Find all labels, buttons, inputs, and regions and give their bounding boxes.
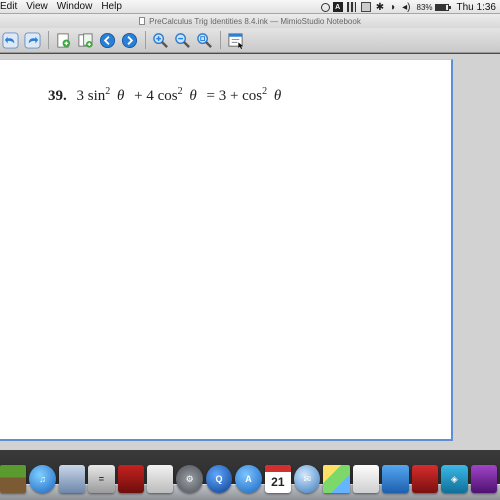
menu-help[interactable]: Help	[101, 0, 131, 14]
app-icon[interactable]	[470, 465, 497, 493]
equation-rhs: = 3 + cos	[206, 88, 263, 104]
dock: ♫ = ⚙ Q A 21 ✉ ◈	[0, 450, 500, 500]
stickies-icon[interactable]	[323, 465, 350, 493]
minecraft-icon[interactable]	[0, 465, 27, 493]
status-area: A ✱ ◗ ◂) 83% Thu 1:36	[320, 0, 500, 14]
toolbar	[0, 28, 500, 53]
photo-booth-icon[interactable]	[147, 465, 174, 493]
document-proxy-icon[interactable]	[139, 17, 146, 25]
theta-symbol: θ	[117, 88, 125, 104]
zoom-out-icon	[174, 32, 190, 48]
bluetooth-icon[interactable]: ✱	[376, 0, 384, 14]
battery-percent[interactable]: 83%	[417, 3, 433, 12]
add-page-icon	[56, 32, 70, 48]
theta-symbol: θ	[189, 88, 197, 104]
insert-page-icon	[77, 32, 93, 48]
notebook-page[interactable]: 39. 3 sin2 θ + 4 cos2 θ = 3 + cos2 θ	[0, 59, 453, 441]
exponent: 2	[262, 86, 268, 97]
quicktime-icon[interactable]: Q	[205, 465, 233, 493]
mail-icon[interactable]: ✉	[294, 465, 321, 493]
toolbar-separator	[220, 31, 221, 49]
adobe-status-icon[interactable]: A	[332, 2, 343, 12]
exponent: 2	[177, 86, 183, 97]
zoom-in-button[interactable]	[150, 30, 170, 50]
problem-39: 39. 3 sin2 θ + 4 cos2 θ = 3 + cos2 θ	[48, 86, 281, 105]
problem-number: 39.	[48, 88, 67, 104]
wifi-icon[interactable]: ◗	[390, 0, 396, 14]
app-store-icon[interactable]: A	[235, 465, 262, 493]
battery-icon[interactable]	[434, 3, 451, 11]
menu-bar: Edit View Window Help A ✱ ◗ ◂) 83% Thu 1…	[0, 0, 500, 14]
menu-edit[interactable]: Edit	[0, 0, 26, 14]
pdf-icon[interactable]	[411, 465, 439, 493]
preview-icon[interactable]	[58, 465, 86, 493]
zoom-fit-icon	[196, 32, 212, 48]
toolbar-separator	[145, 31, 146, 49]
itunes-icon[interactable]: ♫	[29, 465, 56, 493]
zoom-fit-button[interactable]	[194, 30, 214, 50]
zoom-out-button[interactable]	[172, 30, 192, 50]
record-status-icon[interactable]	[320, 2, 330, 12]
theta-symbol: θ	[273, 88, 282, 104]
equation-term-cos: + 4 cos	[134, 88, 178, 104]
window-title-bar[interactable]: PreCalculus Trig Identities 8.4.ink — Mi…	[0, 14, 500, 28]
book-app-icon[interactable]	[117, 465, 145, 493]
next-page-icon	[121, 32, 137, 48]
notebook-workspace: 39. 3 sin2 θ + 4 cos2 θ = 3 + cos2 θ	[0, 54, 500, 450]
zoom-in-icon	[152, 32, 168, 48]
menu-window[interactable]: Window	[57, 0, 102, 14]
menu-items: Edit View Window Help	[0, 0, 131, 13]
activity-status-icon[interactable]	[346, 2, 356, 12]
mimio-icon[interactable]: ◈	[441, 465, 468, 493]
redo-button[interactable]	[22, 30, 42, 50]
next-page-button[interactable]	[119, 30, 139, 50]
ical-icon[interactable]: 21	[264, 465, 292, 493]
menu-clock[interactable]: Thu 1:36	[457, 2, 500, 13]
previous-page-button[interactable]	[97, 30, 117, 50]
insert-page-button[interactable]	[75, 30, 95, 50]
window-title: PreCalculus Trig Identities 8.4.ink — Mi…	[149, 16, 361, 26]
utility-app-icon[interactable]	[382, 465, 409, 493]
redo-icon	[23, 31, 41, 49]
menu-view[interactable]: View	[26, 0, 57, 14]
page-view-button[interactable]	[225, 30, 245, 50]
textedit-icon[interactable]	[352, 465, 380, 493]
add-page-button[interactable]	[53, 30, 73, 50]
exponent: 2	[105, 86, 111, 97]
calculator-icon[interactable]: =	[88, 465, 115, 493]
system-preferences-icon[interactable]: ⚙	[176, 465, 203, 493]
previous-page-icon	[99, 32, 115, 48]
dock-icons: ♫ = ⚙ Q A 21 ✉ ◈	[0, 459, 500, 493]
page-view-icon	[227, 32, 243, 49]
toolbar-separator	[48, 31, 49, 49]
undo-button[interactable]	[0, 30, 20, 50]
volume-icon[interactable]: ◂)	[402, 0, 410, 14]
undo-icon	[1, 31, 19, 49]
window-status-icon[interactable]	[360, 2, 371, 12]
equation-term-sin: 3 sin	[76, 88, 106, 104]
